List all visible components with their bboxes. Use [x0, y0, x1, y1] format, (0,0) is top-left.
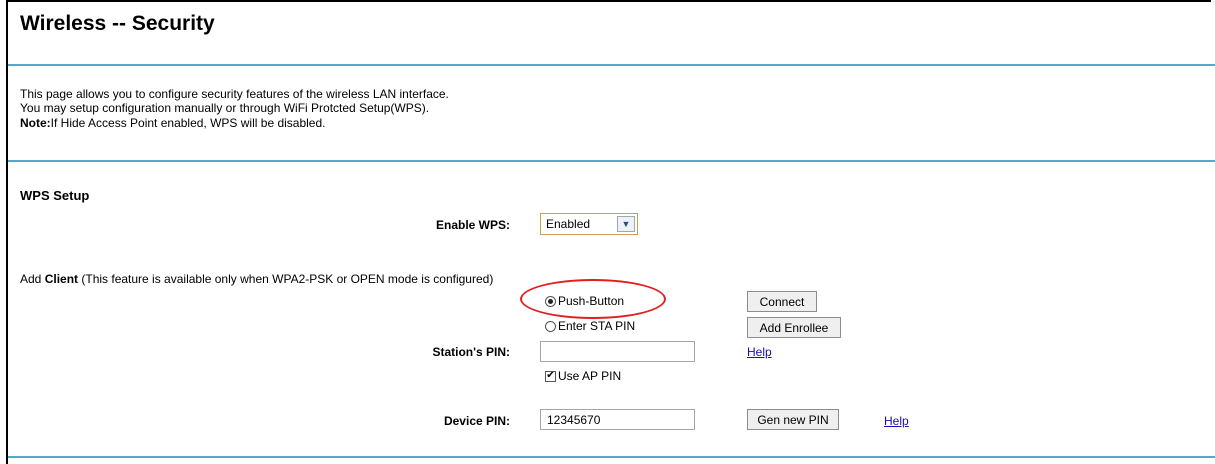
- use-ap-pin-checkbox[interactable]: ✔: [545, 370, 556, 382]
- description-line-1: This page allows you to configure securi…: [20, 87, 449, 101]
- add-client-description: Add Client (This feature is available on…: [20, 272, 494, 286]
- station-pin-input[interactable]: [540, 341, 695, 362]
- enter-sta-pin-radio[interactable]: [545, 320, 556, 332]
- page-title: Wireless -- Security: [20, 12, 215, 35]
- device-pin-label: Device PIN:: [443, 414, 510, 428]
- device-help-link[interactable]: Help: [884, 414, 909, 428]
- use-ap-pin-label: Use AP PIN: [558, 369, 622, 383]
- device-pin-input[interactable]: 12345670: [540, 409, 695, 430]
- add-enrollee-button[interactable]: Add Enrollee: [747, 317, 841, 338]
- wps-setup-title: WPS Setup: [20, 188, 90, 203]
- note-label: Note:: [20, 116, 51, 130]
- chevron-down-icon[interactable]: ▼: [617, 216, 635, 232]
- enable-wps-value: Enabled: [546, 217, 591, 231]
- description-note: Note:If Hide Access Point enabled, WPS w…: [20, 116, 325, 130]
- enable-wps-select[interactable]: Enabled ▼: [540, 213, 638, 235]
- connect-button[interactable]: Connect: [747, 291, 817, 312]
- divider-middle: [8, 160, 1215, 162]
- description-line-2: You may setup configuration manually or …: [20, 101, 430, 115]
- divider-top: [8, 64, 1215, 66]
- enter-sta-pin-radio-row[interactable]: Enter STA PIN: [545, 319, 635, 333]
- enter-sta-pin-label: Enter STA PIN: [558, 319, 636, 333]
- divider-bottom: [8, 456, 1215, 458]
- gen-new-pin-button[interactable]: Gen new PIN: [747, 409, 839, 430]
- use-ap-pin-row[interactable]: ✔ Use AP PIN: [545, 369, 621, 383]
- station-help-link[interactable]: Help: [747, 345, 772, 359]
- enable-wps-label: Enable WPS:: [435, 218, 510, 232]
- check-icon: ✔: [546, 370, 555, 381]
- note-text: If Hide Access Point enabled, WPS will b…: [50, 116, 326, 130]
- highlight-ellipse: [520, 279, 666, 319]
- station-pin-label: Station's PIN:: [432, 345, 510, 359]
